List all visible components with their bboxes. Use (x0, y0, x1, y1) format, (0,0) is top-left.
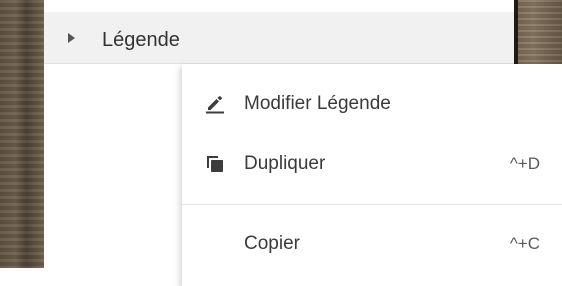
menu-divider (182, 204, 562, 205)
menu-item-label: Dupliquer (244, 153, 326, 174)
background-edge (514, 0, 518, 64)
screen: Légende Modifier Légende Dupliquer ^+D C… (0, 0, 562, 286)
duplicate-icon (204, 152, 226, 174)
expand-caret-icon[interactable] (68, 33, 75, 43)
background-image-right (514, 0, 562, 64)
pencil-icon (204, 92, 226, 114)
background-image-left (0, 0, 44, 268)
menu-item-shortcut: ^+C (509, 234, 540, 253)
menu-item-label: Copier (244, 233, 300, 254)
menu-item-copier[interactable]: Copier ^+C (182, 216, 562, 272)
layer-tree-item-label: Légende (102, 29, 180, 51)
menu-item-modifier-legende[interactable]: Modifier Légende (182, 76, 562, 132)
context-menu: Modifier Légende Dupliquer ^+D Copier ^+… (182, 64, 562, 286)
layer-tree-item-legende[interactable]: Légende (44, 12, 514, 64)
menu-item-shortcut: ^+D (509, 154, 540, 173)
menu-item-dupliquer[interactable]: Dupliquer ^+D (182, 136, 562, 192)
menu-item-label: Modifier Légende (244, 93, 391, 114)
